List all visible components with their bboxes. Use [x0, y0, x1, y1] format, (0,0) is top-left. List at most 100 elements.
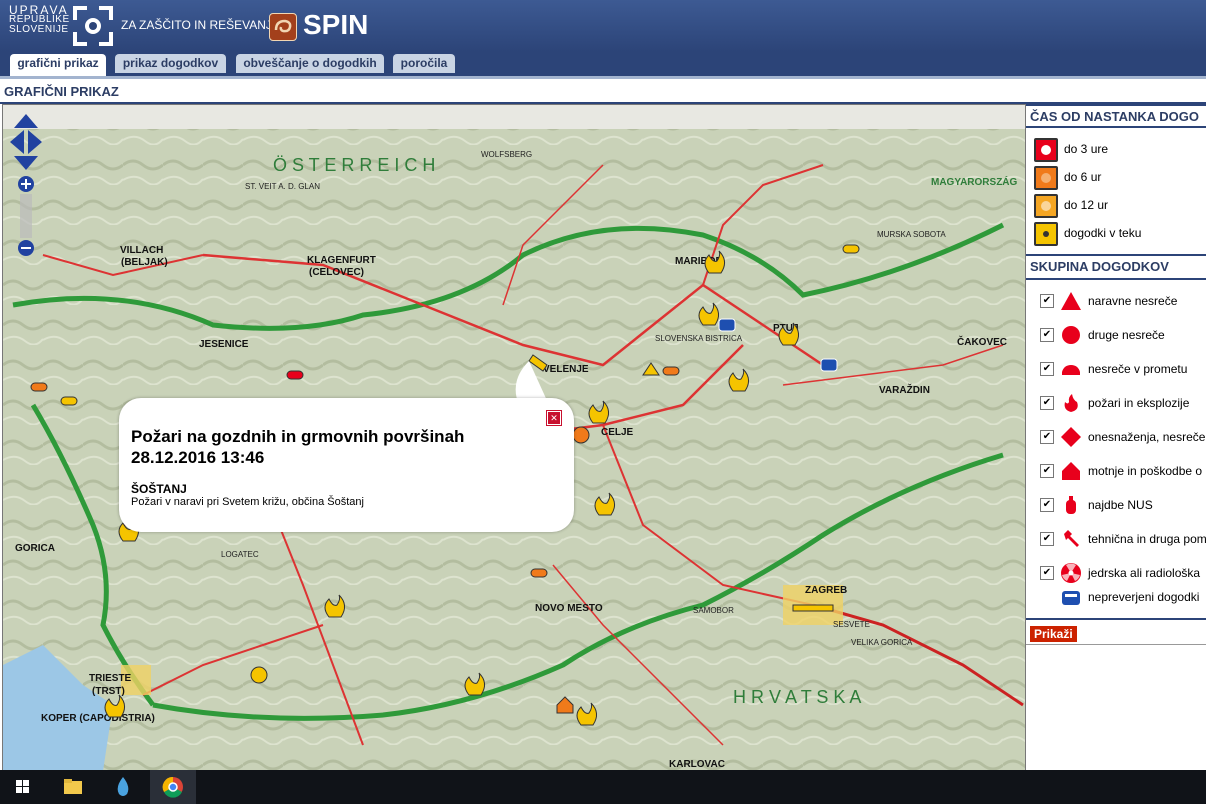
event-marker-car[interactable]	[60, 396, 78, 406]
group-item-tehnicna[interactable]: ✔ tehnična in druga pom	[1040, 528, 1206, 550]
pan-down-icon[interactable]	[14, 156, 38, 170]
group-checkbox[interactable]: ✔	[1040, 362, 1054, 376]
group-checkbox[interactable]: ✔	[1040, 294, 1054, 308]
file-explorer-icon[interactable]	[50, 770, 96, 804]
map-label-logatec: LOGATEC	[221, 550, 259, 559]
map-label-villach: VILLACH	[120, 245, 163, 256]
group-legend-heading: SKUPINA DOGODKOV	[1030, 259, 1169, 274]
popup-event-type: Požari na gozdnih in grmovnih površinah	[131, 427, 465, 446]
divider	[1026, 644, 1206, 645]
page-title-bar: GRAFIČNI PRIKAZ	[0, 80, 1206, 104]
radiation-icon	[1061, 563, 1081, 583]
event-marker-circle[interactable]	[250, 666, 268, 684]
map-label-velika-gorica: VELIKA GORICA	[851, 638, 913, 647]
house-icon	[1062, 462, 1080, 480]
map-label-velenje: VELENJE	[543, 364, 589, 375]
map-label-jesenice: JESENICE	[199, 339, 249, 350]
zoom-slider[interactable]	[20, 194, 32, 238]
map-label-murska-sobota: MURSKA SOBOTA	[877, 230, 946, 239]
group-checkbox[interactable]: ✔	[1040, 430, 1054, 444]
group-checkbox[interactable]: ✔	[1040, 464, 1054, 478]
legend-item-12h: do 12 ur	[1034, 194, 1206, 218]
org-name: UPRAVA REPUBLIKE SLOVENIJE	[9, 4, 70, 35]
tab-porocila[interactable]: poročila	[393, 54, 455, 73]
event-popup: ✕ Požari na gozdnih in grmovnih površina…	[119, 398, 574, 532]
windows-start-icon[interactable]	[0, 770, 46, 804]
spin-logo-icon	[269, 13, 297, 41]
org-subtitle: ZA ZAŠČITO IN REŠEVANJE	[121, 18, 280, 32]
legend-item-ongoing: dogodki v teku	[1034, 222, 1206, 246]
event-marker-circle[interactable]	[572, 426, 590, 444]
popup-event-time: 28.12.2016 13:46	[131, 448, 265, 467]
map-label-samobor: SAMOBOR	[693, 606, 734, 615]
group-item-naravne[interactable]: ✔ naravne nesreče	[1040, 290, 1206, 312]
group-item-onesnazenja[interactable]: ✔ onesnaženja, nesreče	[1040, 426, 1206, 448]
group-item-jedrska[interactable]: ✔ jedrska ali radiološka	[1040, 562, 1206, 584]
diamond-icon	[1061, 427, 1081, 447]
group-item-promet[interactable]: ✔ nesreče v prometu	[1040, 358, 1206, 380]
tab-prikaz-dogodkov[interactable]: prikaz dogodkov	[115, 54, 226, 73]
legend-item-6h: do 6 ur	[1034, 166, 1206, 190]
event-marker-phone[interactable]	[820, 358, 838, 372]
event-marker-car[interactable]	[842, 244, 860, 254]
group-item-nepreverjeni[interactable]: nepreverjeni dogodki	[1040, 586, 1206, 608]
triangle-warning-icon	[1061, 292, 1081, 310]
zoom-out-icon[interactable]	[18, 240, 34, 256]
group-checkbox[interactable]: ✔	[1040, 328, 1054, 342]
org-line3: SLOVENIJE	[9, 24, 69, 35]
map-label-osterreich: Ö S T E R R E I C H	[273, 155, 435, 175]
map-label-beljak: (BELJAK)	[121, 257, 168, 268]
water-drop-app-icon[interactable]	[100, 770, 146, 804]
bomb-icon	[1066, 496, 1076, 514]
urszr-logo-icon	[73, 6, 113, 46]
map-label-wolfsberg: WOLFSBERG	[481, 150, 532, 159]
popup-close-button[interactable]: ✕	[546, 410, 562, 426]
legend-swatch-orange	[1034, 166, 1058, 190]
event-marker-car[interactable]	[286, 370, 304, 380]
divider	[1026, 278, 1206, 280]
page-title: GRAFIČNI PRIKAZ	[4, 84, 119, 99]
group-item-pozari[interactable]: ✔ požari in eksplozije	[1040, 392, 1206, 414]
map-label-klagenfurt: KLAGENFURT	[307, 255, 376, 266]
app-name: SPIN	[303, 9, 369, 40]
tab-obvescanje[interactable]: obveščanje o dogodkih	[236, 54, 384, 73]
group-item-nus[interactable]: ✔ najdbe NUS	[1040, 494, 1206, 516]
legend-item-3h: do 3 ure	[1034, 138, 1206, 162]
group-checkbox[interactable]: ✔	[1040, 498, 1054, 512]
show-button[interactable]: Prikaži	[1030, 626, 1077, 642]
group-item-druge[interactable]: ✔ druge nesreče	[1040, 324, 1206, 346]
legend-swatch-red	[1034, 138, 1058, 162]
divider	[1026, 618, 1206, 620]
legend-swatch-light-orange	[1034, 194, 1058, 218]
flame-icon	[1064, 394, 1078, 412]
app-header: UPRAVA REPUBLIKE SLOVENIJE ZA ZAŠČITO IN…	[0, 0, 1206, 52]
pan-up-icon[interactable]	[14, 114, 38, 128]
zoom-in-icon[interactable]	[18, 176, 34, 192]
event-marker-zagreb[interactable]	[792, 604, 834, 612]
tab-graficni-prikaz[interactable]: grafični prikaz	[10, 54, 106, 76]
event-marker-car[interactable]	[530, 568, 548, 578]
divider	[1026, 126, 1206, 128]
event-marker-car[interactable]	[662, 366, 680, 376]
map-label-koper: KOPER (CAPODISTRIA)	[41, 713, 155, 724]
circle-icon	[1062, 326, 1080, 344]
event-marker-phone[interactable]	[718, 318, 736, 332]
wrench-icon	[1064, 530, 1079, 547]
pan-right-icon[interactable]	[28, 130, 42, 154]
legend-swatch-yellow	[1034, 222, 1058, 246]
group-checkbox[interactable]: ✔	[1040, 396, 1054, 410]
group-checkbox[interactable]: ✔	[1040, 566, 1054, 580]
event-marker-car[interactable]	[30, 382, 48, 392]
group-item-motnje[interactable]: ✔ motnje in poškodbe o	[1040, 460, 1206, 482]
popup-description: Požari v naravi pri Svetem križu, občina…	[131, 496, 364, 508]
map-label-magyarorszag: MAGYARORSZÁG	[931, 175, 1018, 188]
group-checkbox[interactable]: ✔	[1040, 532, 1054, 546]
map-label-karlovac: KARLOVAC	[669, 759, 725, 770]
time-legend-heading: ČAS OD NASTANKA DOGO	[1030, 109, 1199, 124]
map-label-st-veit: ST. VEIT A. D. GLAN	[245, 182, 320, 191]
phone-icon	[1062, 591, 1080, 605]
map-label-celovec: (CELOVEC)	[309, 267, 364, 278]
chrome-icon[interactable]	[150, 770, 196, 804]
map-label-trieste: TRIESTE	[89, 673, 132, 684]
pan-left-icon[interactable]	[10, 130, 24, 154]
